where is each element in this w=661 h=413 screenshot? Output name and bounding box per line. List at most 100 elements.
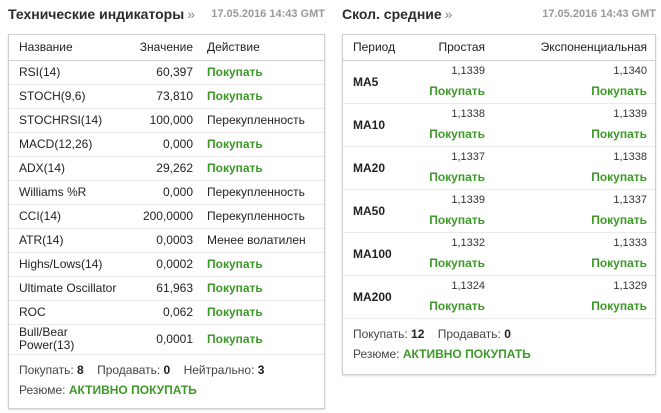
indicator-name: Bull/Bear Power(13) <box>9 324 117 355</box>
indicators-timestamp: 17.05.2016 14:43 GMT <box>211 8 325 20</box>
table-row: MACD(12,26) 0,000 Покупать <box>9 132 324 157</box>
indicator-action: Перекупленность <box>203 180 324 205</box>
ma-more-arrow[interactable]: » <box>445 6 453 22</box>
indicator-name: Williams %R <box>9 180 117 205</box>
ma-period: MA100 <box>343 232 415 276</box>
indicator-action: Покупать <box>203 156 324 181</box>
result-value: АКТИВНО ПОКУПАТЬ <box>402 346 531 361</box>
ma-table: Период Простая Экспоненциальная MA5 1,13… <box>343 35 655 319</box>
table-row: Bull/Bear Power(13) 0,0001 Покупать <box>9 324 324 355</box>
table-row: STOCHRSI(14) 100,000 Перекупленность <box>9 108 324 133</box>
indicator-value: 0,000 <box>117 180 203 205</box>
ma-exp-action: Покупать <box>591 84 647 98</box>
indicator-value: 0,0001 <box>117 324 203 355</box>
column-action-header: Действие <box>203 35 324 61</box>
table-row: ROC 0,062 Покупать <box>9 300 324 325</box>
indicators-summary: Покупать: 8 Продавать: 0 Нейтрально: 3 Р… <box>9 355 324 401</box>
indicator-action: Менее волатилен <box>203 228 324 253</box>
ma-simple-cell: 1,1338 Покупать <box>415 103 493 147</box>
neutral-count: 3 <box>257 362 265 377</box>
ma-exp-value: 1,1329 <box>613 280 647 292</box>
table-row: STOCH(9,6) 73,810 Покупать <box>9 84 324 109</box>
sell-count-label: Продавать: <box>97 362 161 377</box>
indicator-value: 60,397 <box>117 60 203 85</box>
indicators-panel: Название Значение Действие RSI(14) 60,39… <box>8 34 325 409</box>
indicator-action: Покупать <box>203 132 324 157</box>
indicators-table: Название Значение Действие RSI(14) 60,39… <box>9 35 324 355</box>
technical-indicators-section: Технические индикаторы» 17.05.2016 14:43… <box>8 0 325 409</box>
neutral-count-label: Нейтрально: <box>183 362 255 377</box>
table-row: CCI(14) 200,0000 Перекупленность <box>9 204 324 229</box>
ma-simple-cell: 1,1339 Покупать <box>415 60 493 104</box>
ma-simple-cell: 1,1337 Покупать <box>415 146 493 190</box>
table-row: MA200 1,1324 Покупать 1,1329 Покупать <box>343 275 655 319</box>
indicator-action: Покупать <box>203 324 324 355</box>
buy-count-label: Покупать: <box>353 326 408 341</box>
ma-simple-action: Покупать <box>429 84 485 98</box>
table-row: MA5 1,1339 Покупать 1,1340 Покупать <box>343 60 655 104</box>
ma-period: MA10 <box>343 103 415 147</box>
buy-count: 8 <box>77 362 84 377</box>
table-row: MA50 1,1339 Покупать 1,1337 Покупать <box>343 189 655 233</box>
indicator-name: ROC <box>9 300 117 325</box>
column-value-header: Значение <box>117 35 203 61</box>
table-row: Highs/Lows(14) 0,0002 Покупать <box>9 252 324 277</box>
indicator-name: ATR(14) <box>9 228 117 253</box>
ma-period: MA20 <box>343 146 415 190</box>
column-name-header: Название <box>9 35 117 61</box>
ma-exp-value: 1,1340 <box>613 65 647 77</box>
ma-exp-action: Покупать <box>591 170 647 184</box>
indicator-value: 73,810 <box>117 84 203 109</box>
indicators-more-arrow[interactable]: » <box>187 6 195 22</box>
result-label: Резюме: <box>353 346 400 361</box>
ma-simple-cell: 1,1324 Покупать <box>415 275 493 319</box>
ma-exp-cell: 1,1333 Покупать <box>493 232 655 276</box>
indicator-value: 61,963 <box>117 276 203 301</box>
table-row: MA20 1,1337 Покупать 1,1338 Покупать <box>343 146 655 190</box>
ma-title-link[interactable]: Скол. средние» <box>342 6 452 22</box>
ma-exp-value: 1,1338 <box>613 151 647 163</box>
ma-simple-action: Покупать <box>429 213 485 227</box>
table-row: RSI(14) 60,397 Покупать <box>9 60 324 85</box>
indicator-name: RSI(14) <box>9 60 117 85</box>
ma-exp-value: 1,1339 <box>613 108 647 120</box>
indicator-name: CCI(14) <box>9 204 117 229</box>
indicators-header: Технические индикаторы» 17.05.2016 14:43… <box>8 0 325 30</box>
indicator-action: Покупать <box>203 60 324 85</box>
indicator-value: 0,000 <box>117 132 203 157</box>
indicator-value: 0,0002 <box>117 252 203 277</box>
ma-panel: Период Простая Экспоненциальная MA5 1,13… <box>342 34 656 375</box>
ma-title[interactable]: Скол. средние <box>342 6 442 22</box>
ma-summary: Покупать: 12 Продавать: 0 Резюме: АКТИВН… <box>343 319 655 365</box>
ma-timestamp: 17.05.2016 14:43 GMT <box>542 8 656 20</box>
ma-exp-action: Покупать <box>591 299 647 313</box>
indicator-action: Покупать <box>203 276 324 301</box>
column-simple-header: Простая <box>415 35 493 61</box>
table-row: ADX(14) 29,262 Покупать <box>9 156 324 181</box>
column-period-header: Период <box>343 35 415 61</box>
indicator-value: 100,000 <box>117 108 203 133</box>
ma-exp-cell: 1,1338 Покупать <box>493 146 655 190</box>
indicator-name: MACD(12,26) <box>9 132 117 157</box>
table-row: ATR(14) 0,0003 Менее волатилен <box>9 228 324 253</box>
indicator-action: Покупать <box>203 84 324 109</box>
ma-simple-value: 1,1337 <box>451 151 485 163</box>
ma-exp-action: Покупать <box>591 256 647 270</box>
indicator-value: 29,262 <box>117 156 203 181</box>
buy-count: 12 <box>411 326 425 341</box>
column-exponential-header: Экспоненциальная <box>493 35 655 61</box>
indicator-value: 0,0003 <box>117 228 203 253</box>
ma-simple-value: 1,1338 <box>451 108 485 120</box>
ma-simple-action: Покупать <box>429 170 485 184</box>
indicator-action: Покупать <box>203 252 324 277</box>
ma-simple-cell: 1,1339 Покупать <box>415 189 493 233</box>
ma-simple-cell: 1,1332 Покупать <box>415 232 493 276</box>
ma-exp-action: Покупать <box>591 213 647 227</box>
ma-simple-value: 1,1332 <box>451 237 485 249</box>
ma-period: MA200 <box>343 275 415 319</box>
ma-period: MA50 <box>343 189 415 233</box>
indicators-title-link[interactable]: Технические индикаторы» <box>8 6 195 22</box>
indicators-counts: Покупать: 8 Продавать: 0 Нейтрально: 3 <box>19 361 314 379</box>
indicators-title[interactable]: Технические индикаторы <box>8 6 184 22</box>
ma-exp-cell: 1,1340 Покупать <box>493 60 655 104</box>
